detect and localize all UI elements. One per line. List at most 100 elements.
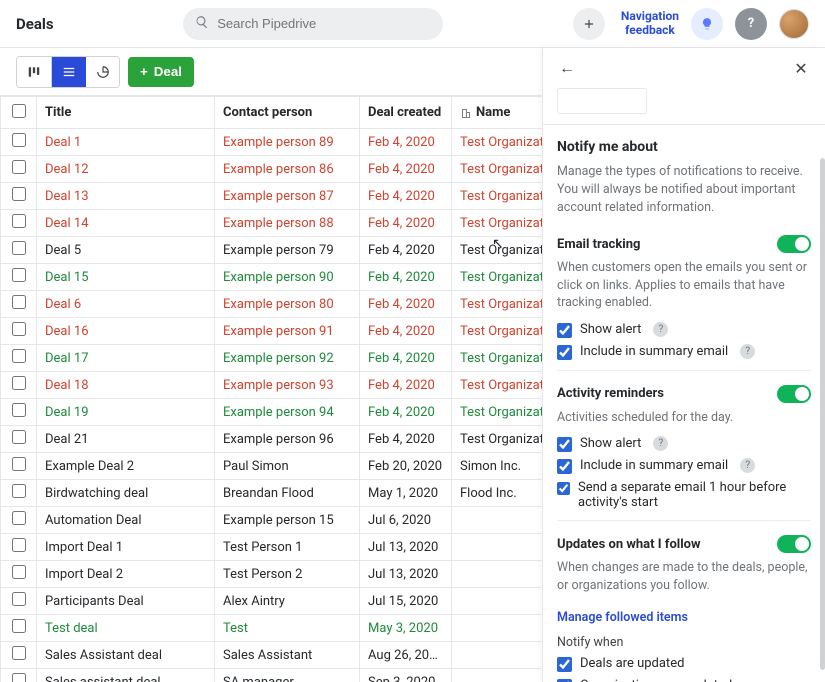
contact-link[interactable]: Example person 93 <box>223 378 334 393</box>
help-button[interactable]: ? <box>735 8 767 40</box>
panel-close-button[interactable]: ✕ <box>791 59 811 78</box>
deal-title-link[interactable]: Sales Assistant deal <box>45 648 162 663</box>
hints-button[interactable] <box>691 8 723 40</box>
deal-title-link[interactable]: Participants Deal <box>45 594 144 609</box>
user-avatar[interactable] <box>779 9 809 39</box>
row-checkbox[interactable] <box>12 376 26 390</box>
deal-title-link[interactable]: Deal 14 <box>45 216 89 231</box>
deal-title-link[interactable]: Import Deal 2 <box>45 567 123 582</box>
contact-link[interactable]: Breandan Flood <box>223 486 314 501</box>
row-checkbox[interactable] <box>12 457 26 471</box>
contact-link[interactable]: Example person 89 <box>223 135 334 150</box>
deal-title-link[interactable]: Sales assistant deal <box>45 675 161 682</box>
contact-link[interactable]: Example person 80 <box>223 297 334 312</box>
help-icon[interactable]: ? <box>653 322 668 337</box>
contact-link[interactable]: SA manager <box>223 675 294 682</box>
nav-feedback-link[interactable]: Navigationfeedback <box>621 10 679 36</box>
deal-title-link[interactable]: Example Deal 2 <box>45 459 134 474</box>
section-option[interactable]: Send a separate email 1 hour before acti… <box>557 480 811 510</box>
section-option[interactable]: Deals are updated <box>557 656 811 672</box>
org-link[interactable]: Simon Inc. <box>460 459 521 474</box>
global-search[interactable] <box>183 8 443 40</box>
contact-link[interactable]: Example person 15 <box>223 513 334 528</box>
deal-title-link[interactable]: Deal 18 <box>45 378 89 393</box>
row-checkbox[interactable] <box>12 673 26 682</box>
help-icon[interactable]: ? <box>740 344 755 359</box>
row-checkbox[interactable] <box>12 592 26 606</box>
col-contact[interactable]: Contact person <box>215 97 360 129</box>
deal-title-link[interactable]: Deal 21 <box>45 432 89 447</box>
manage-followed-link[interactable]: Manage followed items <box>557 610 688 625</box>
contact-link[interactable]: Example person 87 <box>223 189 334 204</box>
deal-title-link[interactable]: Deal 13 <box>45 189 89 204</box>
row-checkbox[interactable] <box>12 295 26 309</box>
row-checkbox[interactable] <box>12 484 26 498</box>
contact-link[interactable]: Example person 94 <box>223 405 334 420</box>
row-checkbox[interactable] <box>12 511 26 525</box>
select-all-checkbox[interactable] <box>12 104 26 118</box>
row-checkbox[interactable] <box>12 538 26 552</box>
row-checkbox[interactable] <box>12 268 26 282</box>
deal-title-link[interactable]: Deal 15 <box>45 270 89 285</box>
deal-title-link[interactable]: Birdwatching deal <box>45 486 148 501</box>
row-checkbox[interactable] <box>12 133 26 147</box>
section-option[interactable]: Include in summary email? <box>557 458 811 474</box>
contact-link[interactable]: Sales Assistant <box>223 648 312 663</box>
search-input[interactable] <box>217 16 431 31</box>
contact-link[interactable]: Example person 86 <box>223 162 334 177</box>
contact-link[interactable]: Test Person 2 <box>223 567 302 582</box>
contact-link[interactable]: Test <box>223 621 248 636</box>
panel-scrollbar[interactable] <box>820 158 825 670</box>
deal-title-link[interactable]: Import Deal 1 <box>45 540 123 555</box>
contact-link[interactable]: Test Person 1 <box>223 540 302 555</box>
row-checkbox[interactable] <box>12 403 26 417</box>
deal-title-link[interactable]: Automation Deal <box>45 513 141 528</box>
list-view-button[interactable] <box>51 57 85 87</box>
option-checkbox[interactable] <box>557 481 570 496</box>
deal-title-link[interactable]: Deal 19 <box>45 405 89 420</box>
deal-title-link[interactable]: Deal 5 <box>45 243 81 258</box>
help-icon[interactable]: ? <box>653 436 668 451</box>
section-option[interactable]: Show alert? <box>557 322 811 338</box>
contact-link[interactable]: Example person 92 <box>223 351 334 366</box>
section-toggle[interactable] <box>777 535 811 553</box>
section-option[interactable]: Include in summary email? <box>557 344 811 360</box>
pipeline-view-button[interactable] <box>17 57 51 87</box>
contact-link[interactable]: Example person 88 <box>223 216 334 231</box>
panel-back-button[interactable]: ← <box>557 58 577 78</box>
deal-title-link[interactable]: Test deal <box>45 621 98 636</box>
contact-link[interactable]: Example person 96 <box>223 432 334 447</box>
section-toggle[interactable] <box>777 235 811 253</box>
org-link[interactable]: Flood Inc. <box>460 486 517 501</box>
panel-selector-stub[interactable] <box>557 88 647 114</box>
row-checkbox[interactable] <box>12 430 26 444</box>
quick-add-button[interactable] <box>573 8 605 40</box>
deal-title-link[interactable]: Deal 17 <box>45 351 89 366</box>
row-checkbox[interactable] <box>12 241 26 255</box>
row-checkbox[interactable] <box>12 619 26 633</box>
forecast-view-button[interactable] <box>85 57 119 87</box>
option-checkbox[interactable] <box>557 437 572 452</box>
option-checkbox[interactable] <box>557 323 572 338</box>
contact-link[interactable]: Paul Simon <box>223 459 289 474</box>
section-toggle[interactable] <box>777 385 811 403</box>
deal-title-link[interactable]: Deal 6 <box>45 297 81 312</box>
deal-title-link[interactable]: Deal 12 <box>45 162 89 177</box>
option-checkbox[interactable] <box>557 657 572 672</box>
row-checkbox[interactable] <box>12 349 26 363</box>
row-checkbox[interactable] <box>12 322 26 336</box>
contact-link[interactable]: Example person 79 <box>223 243 334 258</box>
row-checkbox[interactable] <box>12 187 26 201</box>
row-checkbox[interactable] <box>12 565 26 579</box>
col-title[interactable]: Title <box>37 97 215 129</box>
add-deal-button[interactable]: + Deal <box>128 57 194 87</box>
section-option[interactable]: Organizations are updated <box>557 678 811 682</box>
contact-link[interactable]: Example person 90 <box>223 270 334 285</box>
deal-title-link[interactable]: Deal 1 <box>45 135 81 150</box>
row-checkbox[interactable] <box>12 214 26 228</box>
deal-title-link[interactable]: Deal 16 <box>45 324 89 339</box>
option-checkbox[interactable] <box>557 459 572 474</box>
help-icon[interactable]: ? <box>740 458 755 473</box>
col-created[interactable]: Deal created <box>360 97 452 129</box>
section-option[interactable]: Show alert? <box>557 436 811 452</box>
